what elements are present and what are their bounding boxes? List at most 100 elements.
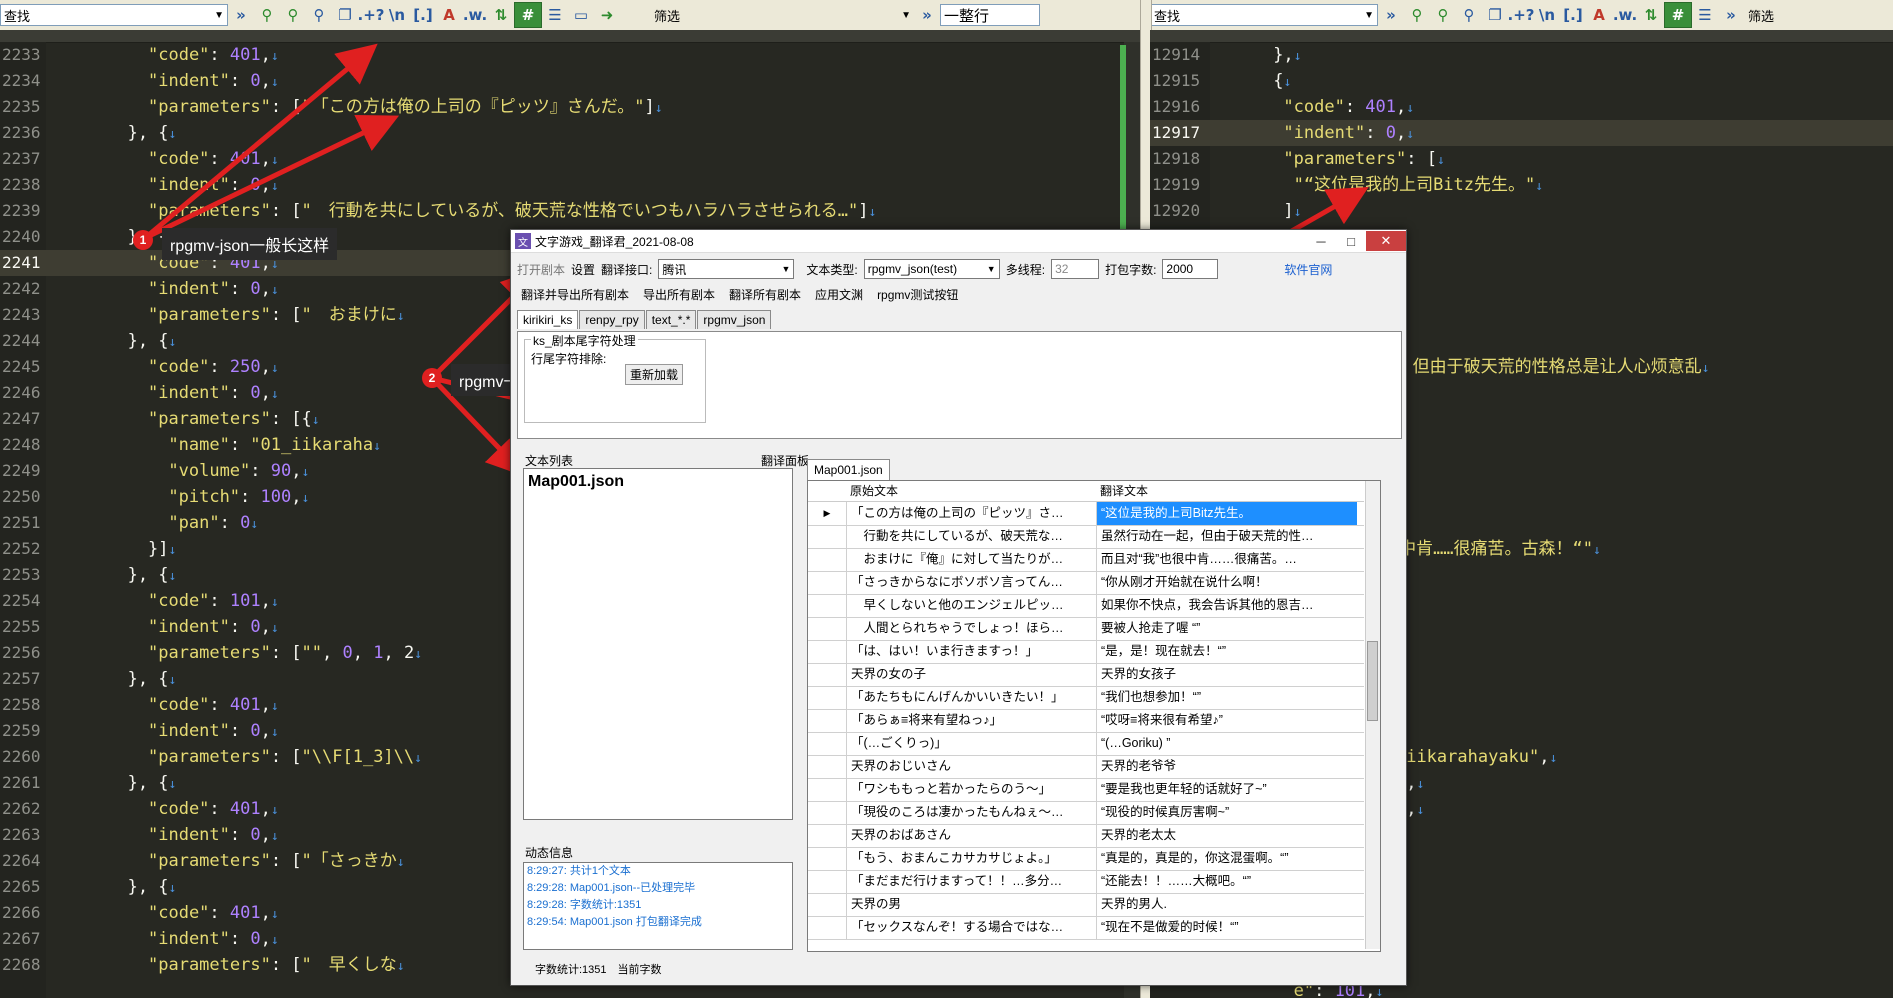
row-indicator[interactable] bbox=[808, 870, 847, 893]
translation-cell[interactable]: “(…Goriku) ” bbox=[1097, 732, 1357, 755]
chevron-down-icon[interactable]: ▼ bbox=[901, 10, 914, 21]
row-indicator[interactable] bbox=[808, 824, 847, 847]
api-select[interactable]: 腾讯 ▼ bbox=[658, 259, 795, 279]
translation-cell[interactable]: 而且对“我”也很中肯……很痛苦。… bbox=[1097, 548, 1357, 571]
table-row[interactable]: 「現役のころは凄かったもんねぇ～… “现役的时候真厉害啊~” bbox=[808, 801, 1364, 825]
grid-scrollbar[interactable] bbox=[1365, 481, 1380, 949]
row-indicator[interactable] bbox=[808, 594, 847, 617]
table-row[interactable]: 人間とられちゃうでしょっ！ほら… 要被人抢走了喔 “” bbox=[808, 617, 1364, 641]
grid-icon[interactable]: # bbox=[514, 2, 542, 28]
newline-icon[interactable]: \n bbox=[384, 3, 410, 27]
source-cell[interactable]: 天界のおじいさん bbox=[847, 755, 1097, 778]
translation-cell[interactable]: 天界的男人. bbox=[1097, 893, 1357, 916]
table-row[interactable]: 「あらぁ≡将来有望ねっ♪」 “哎呀≡将来很有希望♪” bbox=[808, 709, 1364, 733]
source-cell[interactable]: 行動を共にしているが、破天荒な… bbox=[847, 525, 1097, 548]
code-line[interactable]: 2233 "code": 401,↓ bbox=[0, 42, 1140, 68]
file-item[interactable]: Map001.json bbox=[524, 469, 792, 495]
translation-cell[interactable]: “真是的，真是的，你这混蛋啊。“” bbox=[1097, 847, 1357, 870]
source-cell[interactable]: 人間とられちゃうでしょっ！ほら… bbox=[847, 617, 1097, 640]
copy-icon[interactable]: ❐ bbox=[332, 3, 358, 27]
row-indicator[interactable] bbox=[808, 617, 847, 640]
apply-text-button[interactable]: 应用文渊 bbox=[815, 286, 863, 303]
whole-word-icon[interactable]: .w. bbox=[1612, 3, 1638, 27]
code-line[interactable]: 2234 "indent": 0,↓ bbox=[0, 68, 1140, 94]
table-row[interactable]: 「セックスなんぞ！する場合ではな… “现在不是做爱的时候！“” bbox=[808, 916, 1364, 940]
window-icon[interactable]: ▭ bbox=[568, 3, 594, 27]
dialog-titlebar[interactable]: 文 文字游戏_翻译君_2021-08-08 ─ □ ✕ bbox=[511, 230, 1406, 253]
row-indicator[interactable] bbox=[808, 801, 847, 824]
row-indicator[interactable] bbox=[808, 916, 847, 939]
code-line[interactable]: 2235 "parameters": ["「この方は俺の上司の『ピッツ』さんだ。"… bbox=[0, 94, 1140, 120]
source-cell[interactable]: 「あらぁ≡将来有望ねっ♪」 bbox=[847, 709, 1097, 732]
source-cell[interactable]: 早くしないと他のエンジェルピッ… bbox=[847, 594, 1097, 617]
column-source[interactable]: 原始文本 bbox=[846, 481, 1096, 501]
source-cell[interactable]: 天界の男 bbox=[847, 893, 1097, 916]
match-case-icon[interactable]: A bbox=[1586, 3, 1612, 27]
translation-cell[interactable]: 天界的老太太 bbox=[1097, 824, 1357, 847]
translation-cell[interactable]: “哎呀≡将来很有希望♪” bbox=[1097, 709, 1357, 732]
source-cell[interactable]: 「さっきからなにボソボソ言ってん… bbox=[847, 571, 1097, 594]
scrollbar-thumb[interactable] bbox=[1367, 641, 1378, 721]
source-cell[interactable]: 「この方は俺の上司の『ピッツ』さ… bbox=[847, 502, 1097, 525]
table-row[interactable]: 天界のおばあさん 天界的老太太 bbox=[808, 824, 1364, 848]
row-indicator[interactable] bbox=[808, 893, 847, 916]
regex-icon[interactable]: .+? bbox=[1508, 3, 1535, 27]
chevron-double-right-icon[interactable]: » bbox=[1378, 3, 1404, 27]
table-row[interactable]: 行動を共にしているが、破天荒な… 虽然行动在一起，但由于破天荒的性… bbox=[808, 525, 1364, 549]
code-line[interactable]: 12914},↓ bbox=[1150, 42, 1893, 68]
find-prev-icon[interactable]: ⚲ bbox=[1430, 3, 1456, 27]
bracket-icon[interactable]: [.] bbox=[410, 3, 436, 27]
copy-icon[interactable]: ❐ bbox=[1482, 3, 1508, 27]
table-row[interactable]: 天界のおじいさん 天界的老爷爷 bbox=[808, 755, 1364, 779]
table-row[interactable]: 「は、はい！いま行きますっ！」 “是，是！现在就去！“” bbox=[808, 640, 1364, 664]
table-row[interactable]: 「さっきからなにボソボソ言ってん… “你从刚才开始就在说什么啊！ bbox=[808, 571, 1364, 595]
rpgmv-test-button[interactable]: rpgmv测试按钮 bbox=[877, 286, 958, 303]
tab-kirikiri[interactable]: kirikiri_ks bbox=[517, 310, 579, 329]
translation-cell[interactable]: 如果你不快点，我会告诉其他的恩吉… bbox=[1097, 594, 1357, 617]
close-icon[interactable]: ✕ bbox=[1366, 231, 1406, 251]
translation-cell[interactable]: 要被人抢走了喔 “” bbox=[1097, 617, 1357, 640]
arrow-right-icon[interactable]: ➜ bbox=[594, 3, 620, 27]
column-translation[interactable]: 翻译文本 bbox=[1096, 481, 1356, 501]
row-indicator[interactable] bbox=[808, 663, 847, 686]
pack-input[interactable]: 2000 bbox=[1162, 259, 1219, 279]
translation-cell[interactable]: 虽然行动在一起，但由于破天荒的性… bbox=[1097, 525, 1357, 548]
table-row[interactable]: 「(…ごくりっ)」 “(…Goriku) ” bbox=[808, 732, 1364, 756]
row-indicator[interactable] bbox=[808, 755, 847, 778]
export-all-button[interactable]: 导出所有剧本 bbox=[643, 286, 715, 303]
tab-text[interactable]: text_*.* bbox=[645, 310, 697, 329]
row-indicator[interactable] bbox=[808, 571, 847, 594]
search-icon[interactable]: ⚲ bbox=[306, 3, 332, 27]
row-indicator[interactable] bbox=[808, 640, 847, 663]
code-line[interactable]: 12915 {↓ bbox=[1150, 68, 1893, 94]
code-line[interactable]: 12919 "“这位是我的上司Bitz先生。"↓ bbox=[1150, 172, 1893, 198]
translation-cell[interactable]: 天界的女孩子 bbox=[1097, 663, 1357, 686]
code-line[interactable]: 12920]↓ bbox=[1150, 198, 1893, 224]
bracket-icon[interactable]: [.] bbox=[1560, 3, 1586, 27]
source-cell[interactable]: 「は、はい！いま行きますっ！」 bbox=[847, 640, 1097, 663]
row-indicator[interactable] bbox=[808, 778, 847, 801]
table-row[interactable]: 天界の男 天界的男人. bbox=[808, 893, 1364, 917]
source-cell[interactable]: 「あたちもにんげんかいいきたい！」 bbox=[847, 686, 1097, 709]
find-prev-icon[interactable]: ⚲ bbox=[280, 3, 306, 27]
table-row[interactable]: おまけに『俺』に対して当たりが… 而且对“我”也很中肯……很痛苦。… bbox=[808, 548, 1364, 572]
open-script-button[interactable]: 打开剧本 bbox=[517, 261, 565, 278]
find-next-icon[interactable]: ⚲ bbox=[254, 3, 280, 27]
source-cell[interactable]: 「現役のころは凄かったもんねぇ～… bbox=[847, 801, 1097, 824]
chevron-double-right-icon[interactable]: » bbox=[1718, 3, 1744, 27]
translation-cell[interactable]: “还能去！！……大概吧。“” bbox=[1097, 870, 1357, 893]
chevron-down-icon[interactable]: ▼ bbox=[214, 10, 227, 21]
search-icon[interactable]: ⚲ bbox=[1456, 3, 1482, 27]
match-case-icon[interactable]: A bbox=[436, 3, 462, 27]
source-cell[interactable]: 「まだまだ行けますって！！…多分… bbox=[847, 870, 1097, 893]
code-line[interactable]: 2238 "indent": 0,↓ bbox=[0, 172, 1140, 198]
find-combo[interactable]: 查找 ▼ bbox=[1150, 4, 1378, 26]
source-cell[interactable]: 天界のおばあさん bbox=[847, 824, 1097, 847]
maximize-icon[interactable]: □ bbox=[1336, 231, 1366, 251]
source-cell[interactable]: 「セックスなんぞ！する場合ではな… bbox=[847, 916, 1097, 939]
row-indicator[interactable] bbox=[808, 548, 847, 571]
translation-cell[interactable]: “现在不是做爱的时候！“” bbox=[1097, 916, 1357, 939]
filter-combo[interactable]: ▼ bbox=[684, 4, 914, 26]
table-row[interactable]: 天界の女の子 天界的女孩子 bbox=[808, 663, 1364, 687]
chevron-double-right-icon[interactable]: » bbox=[228, 3, 254, 27]
